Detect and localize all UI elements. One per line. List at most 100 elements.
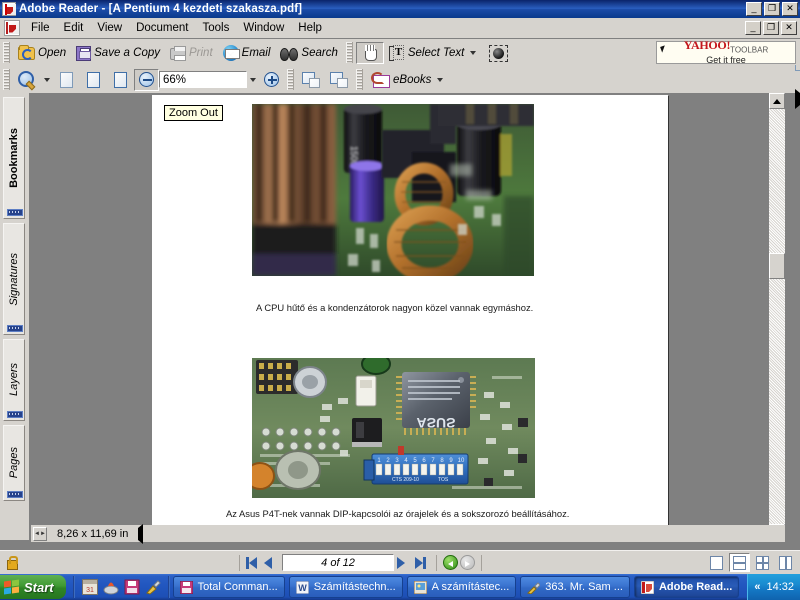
- quick-launch-bar: 31: [78, 579, 165, 595]
- zoom-out-button[interactable]: [134, 68, 159, 91]
- tab-grip-icon[interactable]: [7, 411, 23, 418]
- minimize-button[interactable]: _: [746, 2, 762, 16]
- floppy-save-icon[interactable]: [124, 579, 140, 595]
- calendar-icon[interactable]: 31: [81, 579, 98, 595]
- close-button[interactable]: ✕: [782, 2, 798, 16]
- go-forward-icon[interactable]: [460, 555, 475, 570]
- taskbar-item-szamitastechn[interactable]: W Számítástechn...: [288, 576, 403, 598]
- image-viewer-icon: [413, 580, 428, 594]
- tc-glyph: [179, 580, 194, 594]
- tab-grip-icon[interactable]: [7, 491, 23, 498]
- continuous-view-button[interactable]: [729, 553, 750, 572]
- file-toolbar: Open Save a Copy Print Email Search Sele…: [0, 39, 800, 66]
- ebooks-button[interactable]: eBooks: [366, 69, 451, 91]
- rotate-counterclockwise-icon: [330, 72, 348, 88]
- fit-width-button[interactable]: [107, 69, 134, 91]
- facing-pages-view-button[interactable]: [752, 553, 773, 572]
- minimize-icon: _: [751, 3, 757, 13]
- single-page-view-button[interactable]: [706, 553, 727, 572]
- zoom-in-plus-icon: [264, 72, 279, 87]
- sidebar-tab-bookmarks[interactable]: Bookmarks: [3, 97, 25, 219]
- zoom-out-minus-icon: [139, 72, 154, 87]
- vertical-scrollbar[interactable]: [769, 93, 785, 540]
- yahoo-toolbar-suffix: TOOLBAR: [730, 45, 769, 55]
- menu-item-window[interactable]: Window: [236, 20, 291, 36]
- tools-toolbar-grip[interactable]: [345, 42, 353, 63]
- hand-tool-button[interactable]: [355, 41, 384, 64]
- rotate-clockwise-button[interactable]: [297, 69, 325, 91]
- nero-burning-icon[interactable]: [103, 579, 119, 595]
- fit-page-button[interactable]: [80, 69, 107, 91]
- rotate-toolbar-grip[interactable]: [287, 69, 294, 90]
- adobe-reader-icon: [2, 2, 16, 16]
- previous-page-button[interactable]: [264, 555, 279, 570]
- ebooks-chevron-down-icon[interactable]: [437, 77, 444, 82]
- lock-icon[interactable]: [4, 555, 19, 571]
- sidebar-tab-layers[interactable]: Layers: [3, 339, 25, 421]
- scroll-left-button[interactable]: [138, 523, 144, 544]
- first-page-button[interactable]: [246, 555, 261, 570]
- menu-item-help[interactable]: Help: [291, 20, 329, 36]
- tray-clock[interactable]: 14:32: [766, 581, 794, 593]
- document-view[interactable]: 1500 A CPU hűtő és a kondenzátorok nagyo…: [31, 93, 785, 540]
- continuous-facing-view-button[interactable]: [775, 553, 796, 572]
- zoom-in-button[interactable]: [259, 69, 284, 91]
- paint-brush-icon[interactable]: [145, 579, 161, 595]
- maximize-button[interactable]: ❐: [764, 2, 780, 16]
- zoom-tool-chevron-down-icon[interactable]: [44, 77, 50, 82]
- zoom-level-combo[interactable]: 66%: [159, 71, 247, 88]
- photo-2-artwork: ASUS 1 2 3 4 5 6 7 8 9 10 CTS 209-10 TOS: [252, 358, 535, 498]
- email-button[interactable]: Email: [218, 42, 276, 64]
- menu-item-file[interactable]: File: [24, 20, 57, 36]
- rotate-counterclockwise-button[interactable]: [325, 69, 353, 91]
- menu-item-tools[interactable]: Tools: [196, 20, 237, 36]
- brush-glyph-2: [527, 581, 542, 595]
- toolbar-grip[interactable]: [3, 42, 10, 63]
- ebooks-toolbar-grip[interactable]: [356, 69, 363, 90]
- yahoo-toolbar-ad[interactable]: YAHOO!TOOLBAR Get it free: [656, 39, 796, 65]
- total-commander-icon: [179, 580, 194, 594]
- page-number-input[interactable]: 4 of 12: [282, 554, 394, 571]
- zoom-toolbar-grip[interactable]: [3, 69, 10, 90]
- child-minimize-button[interactable]: _: [745, 20, 761, 35]
- taskbar-item-total-commander[interactable]: Total Comman...: [172, 576, 285, 598]
- chevron-down-icon[interactable]: [470, 50, 477, 55]
- taskbar-item-a-szamitastec[interactable]: A számítástec...: [406, 576, 517, 598]
- svg-text:10: 10: [458, 458, 465, 464]
- open-folder-icon: [18, 45, 35, 60]
- acrobat-glyph: [640, 580, 655, 594]
- go-back-icon[interactable]: [443, 555, 458, 570]
- tray-expand-chevron-icon[interactable]: «: [754, 581, 760, 593]
- scroll-up-button[interactable]: [769, 93, 785, 109]
- sidebar-tab-signatures[interactable]: Signatures: [3, 223, 25, 335]
- continuous-facing-icon: [779, 555, 792, 570]
- tab-grip-icon[interactable]: [7, 325, 23, 332]
- vertical-scroll-thumb[interactable]: [769, 253, 785, 279]
- menu-item-document[interactable]: Document: [129, 20, 195, 36]
- last-page-button[interactable]: [415, 555, 430, 570]
- taskbar-item-363-mr-sam[interactable]: 363. Mr. Sam ...: [520, 576, 630, 598]
- zoom-level-chevron-down-icon[interactable]: [250, 77, 256, 82]
- taskbar-item-adobe-reader[interactable]: Adobe Read...: [633, 576, 740, 598]
- zoom-tool-button[interactable]: [13, 69, 41, 91]
- child-close-button[interactable]: ✕: [781, 20, 797, 35]
- actual-size-page-icon: [60, 71, 73, 88]
- search-button[interactable]: Search: [275, 42, 342, 64]
- start-button[interactable]: Start: [0, 575, 66, 599]
- actual-size-button[interactable]: [53, 69, 80, 91]
- image-viewer-glyph: [413, 580, 428, 594]
- pane-resize-grip[interactable]: [33, 526, 47, 541]
- select-text-button[interactable]: Select Text: [384, 42, 484, 64]
- snapshot-button[interactable]: [484, 42, 513, 64]
- sidebar-tab-pages[interactable]: Pages: [3, 425, 25, 501]
- select-text-icon: [388, 45, 405, 61]
- tab-grip-icon[interactable]: [7, 209, 23, 216]
- child-restore-button[interactable]: ❐: [763, 20, 779, 35]
- menu-item-edit[interactable]: Edit: [57, 20, 91, 36]
- menu-item-view[interactable]: View: [90, 20, 129, 36]
- next-page-button[interactable]: [397, 555, 412, 570]
- split-view-button[interactable]: [795, 89, 800, 109]
- open-button[interactable]: Open: [13, 42, 71, 64]
- printer-icon: [170, 46, 186, 61]
- save-a-copy-button[interactable]: Save a Copy: [71, 42, 165, 64]
